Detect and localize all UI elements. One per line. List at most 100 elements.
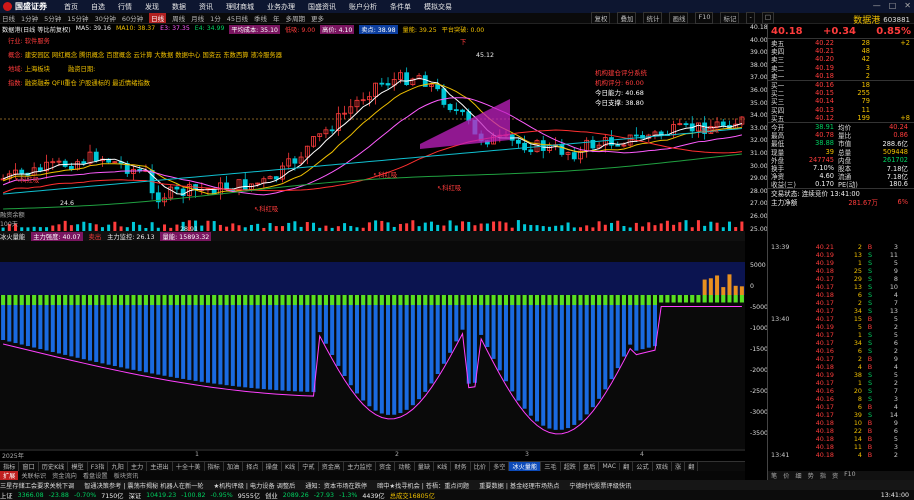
- ticker-item[interactable]: 三星存储工会要求关税下调: [0, 481, 74, 490]
- indicator-tab-7[interactable]: 主进出: [147, 462, 173, 471]
- news-ticker[interactable]: 三星存储工会要求关税下调 智通决策参考 | 震荡市揭秘 机器人在新一轮 ★机构评级 …: [0, 480, 914, 490]
- menu-item-0[interactable]: 首页: [64, 2, 78, 12]
- sub-bar: [423, 295, 428, 392]
- indicator-tab-6[interactable]: 主力: [128, 462, 148, 471]
- tool-button-7[interactable]: □: [761, 12, 774, 24]
- ext-tab-3[interactable]: 看盘设置: [80, 471, 111, 480]
- quote-tab-6[interactable]: F10: [841, 471, 858, 480]
- indicator-tab-22[interactable]: 比价: [471, 462, 491, 471]
- indicator-tab-32[interactable]: 涨: [672, 462, 686, 471]
- menu-item-5[interactable]: 资讯: [199, 2, 213, 12]
- period-tab-11[interactable]: 季线: [254, 13, 267, 23]
- subchart-scale: 5000 0 -5000 -10000 -15000 -20000 -25000 -30000…: [748, 262, 772, 452]
- menu-item-3[interactable]: 发现: [145, 2, 159, 12]
- tool-button-1[interactable]: 叠加: [617, 12, 637, 24]
- indicator-tab-15[interactable]: 资金高: [319, 462, 345, 471]
- indicator-tab-11[interactable]: 择点: [243, 462, 263, 471]
- indicator-tab-28[interactable]: MAC: [599, 463, 621, 470]
- tool-button-3[interactable]: 画线: [669, 12, 689, 24]
- indicator-tab-27[interactable]: 盘后: [580, 462, 600, 471]
- quote-tab-1[interactable]: 价: [780, 471, 792, 480]
- total-turnover: 总成交16805亿: [389, 492, 435, 500]
- ext-tab-4[interactable]: 板块资讯: [111, 471, 142, 480]
- indicator-tab-3[interactable]: 模型: [68, 462, 88, 471]
- period-tab-8[interactable]: 月线: [191, 13, 204, 23]
- period-tab-3[interactable]: 15分钟: [67, 13, 88, 23]
- indicator-tab-29[interactable]: 翻: [620, 462, 634, 471]
- sub-bar: [590, 295, 595, 408]
- indicator-tab-10[interactable]: 加油: [224, 462, 244, 471]
- period-tab-2[interactable]: 5分钟: [44, 13, 61, 23]
- indicator-tab-12[interactable]: 操盘: [263, 462, 282, 471]
- indicator-tab-25[interactable]: 三毛: [541, 462, 561, 471]
- ext-tab-1[interactable]: 关联标识: [18, 471, 49, 480]
- tool-button-0[interactable]: 复权: [591, 12, 611, 24]
- indicator-tab-19[interactable]: 量缺: [415, 462, 435, 471]
- ticker-item[interactable]: 通知：资本市场在跌停: [305, 481, 367, 490]
- kline-chart[interactable]: 数据港(日线 等比前复权) MA5: 39.16 MA10: 38.37 E3:…: [0, 24, 745, 458]
- indicator-tab-31[interactable]: 双线: [653, 462, 673, 471]
- menu-item-8[interactable]: 国盛资讯: [308, 2, 336, 12]
- period-tab-5[interactable]: 60分钟: [122, 13, 143, 23]
- tool-button-2[interactable]: 统计: [643, 12, 663, 24]
- period-tab-10[interactable]: 45日线: [227, 13, 248, 23]
- indicator-tab-0[interactable]: 指标: [0, 462, 20, 471]
- close-icon[interactable]: ✕: [904, 1, 911, 10]
- menu-item-1[interactable]: 自选: [91, 2, 105, 12]
- menu-item-6[interactable]: 理财商城: [226, 2, 254, 12]
- indicator-tab-18[interactable]: 动能: [395, 462, 415, 471]
- ticker-item[interactable]: 暗中★找寻机会 | 苍梧：重点问题: [377, 481, 469, 490]
- period-tab-12[interactable]: 年: [273, 13, 280, 23]
- quote-tab-5[interactable]: 资: [829, 471, 841, 480]
- period-tab-13[interactable]: 多周期: [286, 13, 306, 23]
- indicator-tab-26[interactable]: 超跌: [561, 462, 580, 471]
- menu-item-10[interactable]: 条件单: [390, 2, 411, 12]
- period-tab-7[interactable]: 周线: [172, 13, 185, 23]
- indicator-tab-17[interactable]: 资金: [376, 462, 396, 471]
- ticker-item[interactable]: ★机构评级 | 电力设备 调整后: [214, 481, 296, 490]
- period-tab-4[interactable]: 30分钟: [95, 13, 116, 23]
- indicator-tab-1[interactable]: 窗口: [19, 462, 39, 471]
- indicator-tab-24[interactable]: 冰火量能: [509, 462, 542, 471]
- period-tab-14[interactable]: 更多: [311, 13, 324, 23]
- indicator-tab-14[interactable]: 宁贰: [299, 462, 319, 471]
- indicator-tab-33[interactable]: 翻: [685, 462, 699, 471]
- indicator-tab-13[interactable]: K线: [282, 462, 300, 471]
- indicator-tab-2[interactable]: 历史K线: [39, 462, 69, 471]
- menu-item-11[interactable]: 模拟交易: [424, 2, 452, 12]
- period-tab-9[interactable]: 1分: [210, 13, 221, 23]
- indicator-tab-23[interactable]: 多空: [490, 462, 510, 471]
- menu-item-4[interactable]: 数据: [172, 2, 186, 12]
- period-tab-0[interactable]: 日线: [2, 13, 15, 23]
- indicator-tab-20[interactable]: K线: [434, 462, 452, 471]
- volume-bar: [94, 224, 98, 231]
- indicator-tab-5[interactable]: 九阳: [108, 462, 128, 471]
- trade-volume: 8: [857, 395, 862, 403]
- minimize-icon[interactable]: —: [873, 1, 881, 10]
- ext-tab-0[interactable]: 扩展: [0, 471, 19, 480]
- tool-button-4[interactable]: F10: [695, 12, 714, 24]
- indicator-tab-8[interactable]: 十全十美: [173, 462, 205, 471]
- indicator-tab-16[interactable]: 主力监控: [344, 462, 376, 471]
- menu-item-9[interactable]: 账户分析: [349, 2, 377, 12]
- tool-button-6[interactable]: -: [746, 12, 755, 24]
- quote-tab-3[interactable]: 势: [805, 471, 817, 480]
- menu-item-2[interactable]: 行情: [118, 2, 132, 12]
- ticker-item[interactable]: 宁德时代股票评级快讯: [569, 481, 631, 490]
- indicator-tab-21[interactable]: 财务: [451, 462, 471, 471]
- period-tab-1[interactable]: 1分钟: [21, 13, 38, 23]
- indicator-tab-30[interactable]: 公式: [633, 462, 653, 471]
- ticker-item[interactable]: 智通决策参考 | 震荡市揭秘 机器人在新一轮: [84, 481, 203, 490]
- ext-tab-2[interactable]: 资金流向: [49, 471, 80, 480]
- quote-tab-2[interactable]: 细: [792, 471, 804, 480]
- maximize-icon[interactable]: □: [889, 1, 897, 10]
- menu-item-7[interactable]: 业务办理: [267, 2, 295, 12]
- tool-button-5[interactable]: 标记: [720, 12, 740, 24]
- indicator-tab-9[interactable]: 指标: [205, 462, 224, 471]
- indicator-tab-4[interactable]: F3指: [88, 462, 109, 471]
- quote-tab-0[interactable]: 笔: [768, 471, 780, 480]
- period-tab-6[interactable]: 日线: [149, 13, 167, 23]
- quote-tab-4[interactable]: 指: [817, 471, 829, 480]
- ticker-item[interactable]: 重要数据 | 基金经理市场热点: [479, 481, 559, 490]
- sub-bar-top: [268, 295, 273, 305]
